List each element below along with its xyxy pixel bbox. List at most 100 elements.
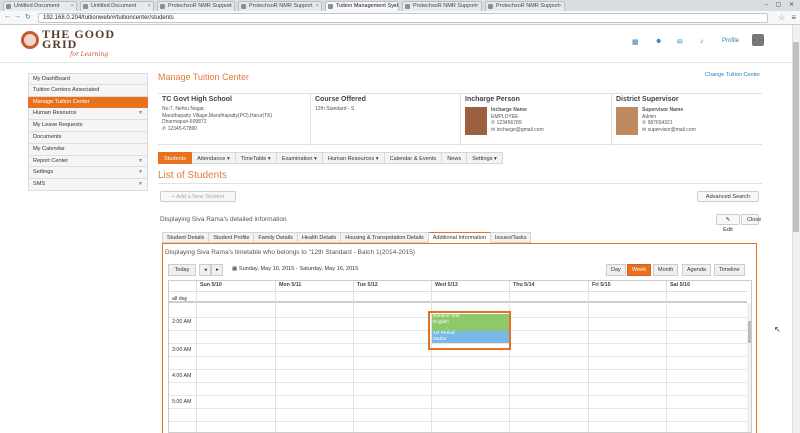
sidebar-item-report-center[interactable]: Report Center ▼ bbox=[28, 155, 148, 168]
tab-timetable[interactable]: TimeTable ▾ bbox=[235, 152, 277, 164]
back-icon[interactable]: ← bbox=[4, 13, 11, 20]
center-name: TC Govt High School bbox=[162, 96, 232, 103]
grid-line bbox=[666, 281, 667, 432]
browser-tab[interactable]: ProtechsoR NMR Support × bbox=[157, 1, 235, 11]
calendar-toolbar: Today ◂ ▸ ▦ Sunday, May 10, 2015 - Satur… bbox=[168, 264, 752, 276]
tab-calendar-events[interactable]: Calendar & Events bbox=[384, 152, 443, 164]
sidebar-item-documents[interactable]: Documents bbox=[28, 131, 148, 144]
window-controls[interactable]: – ▢ ✕ bbox=[765, 1, 797, 8]
all-day-row[interactable] bbox=[169, 291, 747, 303]
grid-line bbox=[431, 281, 432, 432]
tab-issues-tasks[interactable]: Issues/Tasks bbox=[490, 232, 532, 243]
sidebar-item-leave-requests[interactable]: My Leave Requests bbox=[28, 120, 148, 132]
page-icon bbox=[6, 4, 11, 9]
browser-tab-active[interactable]: Tuition Management Syst × bbox=[325, 1, 399, 11]
close-icon[interactable]: × bbox=[229, 3, 232, 9]
browser-tab[interactable]: Untitled Document × bbox=[3, 1, 77, 11]
grid-line bbox=[353, 281, 354, 432]
caret-down-icon: ▼ bbox=[138, 169, 143, 176]
page-title: Manage Tuition Center bbox=[158, 72, 250, 82]
tab-family-details[interactable]: Family Details bbox=[254, 232, 298, 243]
change-center-link[interactable]: Change Tuition Center bbox=[705, 72, 760, 78]
supervisor-info: District Supervisor Supervisor Name Admi… bbox=[611, 94, 762, 146]
grid-icon[interactable]: ▦ bbox=[632, 38, 639, 46]
view-agenda-button[interactable]: Agenda bbox=[682, 264, 711, 276]
mail-icon[interactable]: ✉ bbox=[677, 38, 683, 46]
url-field[interactable]: 192.168.0.204/tuitionweb/#/tuitioncenter… bbox=[38, 13, 768, 23]
time-label: 5:00 AM bbox=[172, 399, 192, 405]
browser-tab[interactable]: ProtechsoR NMR Support × bbox=[238, 1, 322, 11]
week-calendar: Sun 5/10 Mon 5/11 Tue 5/12 Wed 5/13 Thu … bbox=[168, 280, 752, 433]
today-button[interactable]: Today bbox=[168, 264, 196, 276]
tab-student-details[interactable]: Student Details bbox=[162, 232, 210, 243]
caret-down-icon: ▼ bbox=[138, 181, 143, 188]
tab-settings[interactable]: Settings ▾ bbox=[467, 152, 503, 164]
view-month-button[interactable]: Month bbox=[653, 264, 679, 276]
day-header: Thu 5/14 bbox=[509, 281, 588, 290]
address-bar: ← → ↻ 192.168.0.204/tuitionweb/#/tuition… bbox=[0, 11, 800, 25]
close-icon[interactable]: × bbox=[393, 3, 396, 9]
grid-line bbox=[169, 395, 747, 396]
forward-icon[interactable]: → bbox=[14, 13, 21, 20]
divider bbox=[158, 183, 762, 184]
close-icon[interactable]: × bbox=[71, 3, 74, 9]
browser-tab[interactable]: Untitled Document × bbox=[80, 1, 154, 11]
center-info: TC Govt High School No:7, Nehru Nagar, M… bbox=[158, 94, 310, 146]
sidebar-item-sms[interactable]: SMS ▼ bbox=[28, 179, 148, 191]
page-scroll-thumb[interactable] bbox=[793, 42, 799, 232]
users-icon[interactable]: ☻ bbox=[655, 38, 662, 45]
day-header: Sat 5/16 bbox=[666, 281, 747, 290]
add-student-button[interactable]: + Add a New Student bbox=[160, 191, 236, 202]
sidebar-item-dashboard[interactable]: My DashBoard bbox=[28, 73, 148, 85]
page-icon bbox=[160, 4, 165, 9]
edit-button[interactable]: ✎ Edit bbox=[716, 214, 740, 233]
page-icon bbox=[83, 4, 88, 9]
tab-students[interactable]: Students bbox=[158, 152, 193, 164]
view-day-button[interactable]: Day bbox=[606, 264, 626, 276]
view-timeline-button[interactable]: Timeline bbox=[714, 264, 745, 276]
sidebar-item-manage-center[interactable]: Manage Tuition Center bbox=[28, 96, 148, 109]
bell-icon[interactable]: ♪ bbox=[700, 38, 704, 45]
tab-health-details[interactable]: Health Details bbox=[297, 232, 342, 243]
supervisor-photo bbox=[616, 107, 638, 135]
prev-week-button[interactable]: ◂ bbox=[199, 264, 211, 276]
close-icon[interactable]: × bbox=[148, 3, 151, 9]
mouse-cursor-icon: ↖ bbox=[774, 325, 781, 334]
grid-line bbox=[169, 369, 747, 370]
incharge-photo bbox=[465, 107, 487, 135]
sidebar-item-centers-associated[interactable]: Tuition Centers Associated bbox=[28, 84, 148, 97]
sidebar-item-human-resource[interactable]: Human Resource ▼ bbox=[28, 108, 148, 121]
sidebar-item-settings[interactable]: Settings ▼ bbox=[28, 167, 148, 180]
advanced-search-button[interactable]: Advanced Search bbox=[697, 191, 759, 202]
tab-news[interactable]: News bbox=[442, 152, 468, 164]
star-icon[interactable]: ☆ bbox=[778, 13, 785, 22]
tab-additional-information[interactable]: Additional Information bbox=[428, 232, 491, 243]
tab-student-profile[interactable]: Student Profile bbox=[209, 232, 255, 243]
logo[interactable]: THE GOOD GRID bbox=[42, 28, 115, 50]
close-icon[interactable]: × bbox=[316, 3, 319, 9]
menu-icon[interactable]: ≡ bbox=[791, 13, 796, 22]
tab-human-resources[interactable]: Human Resources ▾ bbox=[322, 152, 385, 164]
view-week-button[interactable]: Week bbox=[627, 264, 651, 276]
day-header: Wed 5/13 bbox=[431, 281, 509, 290]
browser-tab[interactable]: ProtechsoR NMR Support × bbox=[402, 1, 482, 11]
tab-examination[interactable]: Examination ▾ bbox=[276, 152, 323, 164]
page-icon bbox=[241, 4, 246, 9]
browser-tab[interactable]: ProtechsoR NMR Support × bbox=[485, 1, 565, 11]
tab-attendance[interactable]: Attendance ▾ bbox=[192, 152, 236, 164]
reload-icon[interactable]: ↻ bbox=[25, 13, 31, 21]
sidebar: My DashBoard Tuition Centers Associated … bbox=[28, 73, 148, 191]
close-icon[interactable]: × bbox=[476, 3, 479, 9]
avatar[interactable] bbox=[752, 34, 764, 46]
supervisor-heading: District Supervisor bbox=[616, 96, 679, 103]
chevron-left-icon: ◂ bbox=[204, 267, 207, 273]
profile-link[interactable]: Profile bbox=[722, 38, 739, 44]
next-week-button[interactable]: ▸ bbox=[211, 264, 223, 276]
grid-line bbox=[169, 356, 747, 357]
close-button[interactable]: Close bbox=[741, 214, 761, 225]
grid-line bbox=[275, 281, 276, 432]
tab-housing-transportation[interactable]: Housing & Transpotation Details bbox=[341, 232, 429, 243]
sidebar-item-calendar[interactable]: My Calendar bbox=[28, 143, 148, 156]
close-icon[interactable]: × bbox=[559, 3, 562, 9]
calendar-scroll-thumb[interactable] bbox=[748, 321, 751, 343]
